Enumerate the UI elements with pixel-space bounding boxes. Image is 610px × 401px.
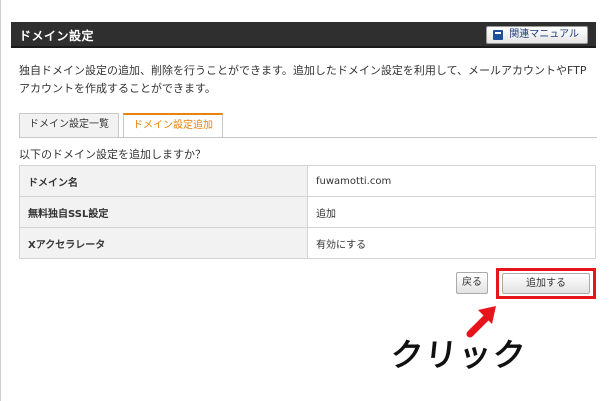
tab-divider: [19, 137, 597, 138]
row-value: 追加: [307, 196, 596, 228]
table-row: Xアクセラレータ 有効にする: [19, 227, 596, 259]
table-row: 無料独自SSL設定 追加: [19, 196, 596, 228]
row-label: Xアクセラレータ: [19, 227, 308, 259]
page-frame: ドメイン設定 関連マニュアル 独自ドメイン設定の追加、削除を行うことができます。…: [0, 0, 610, 401]
confirm-question: 以下のドメイン設定を追加しますか？: [19, 148, 206, 161]
row-value: fuwamotti.com: [307, 165, 596, 197]
row-label: 無料独自SSL設定: [19, 196, 308, 228]
book-icon: [493, 30, 504, 40]
tab-domain-add[interactable]: ドメイン設定追加: [123, 113, 223, 137]
row-label: ドメイン名: [19, 165, 308, 197]
confirm-table: ドメイン名 fuwamotti.com 無料独自SSL設定 追加 Xアクセラレー…: [19, 165, 596, 259]
table-row: ドメイン名 fuwamotti.com: [19, 165, 596, 197]
row-value: 有効にする: [307, 227, 596, 259]
page-title: ドメイン設定: [19, 29, 95, 43]
page-description: 独自ドメイン設定の追加、削除を行うことができます。追加したドメイン設定を利用して…: [19, 64, 587, 95]
click-annotation: クリック: [388, 336, 529, 374]
tab-domain-list[interactable]: ドメイン設定一覧: [19, 113, 119, 137]
header-bar: ドメイン設定 関連マニュアル: [11, 22, 596, 48]
manual-button-label: 関連マニュアル: [509, 29, 579, 40]
add-button[interactable]: 追加する: [502, 273, 590, 294]
back-button[interactable]: 戻る: [456, 272, 488, 294]
manual-button[interactable]: 関連マニュアル: [486, 26, 588, 44]
